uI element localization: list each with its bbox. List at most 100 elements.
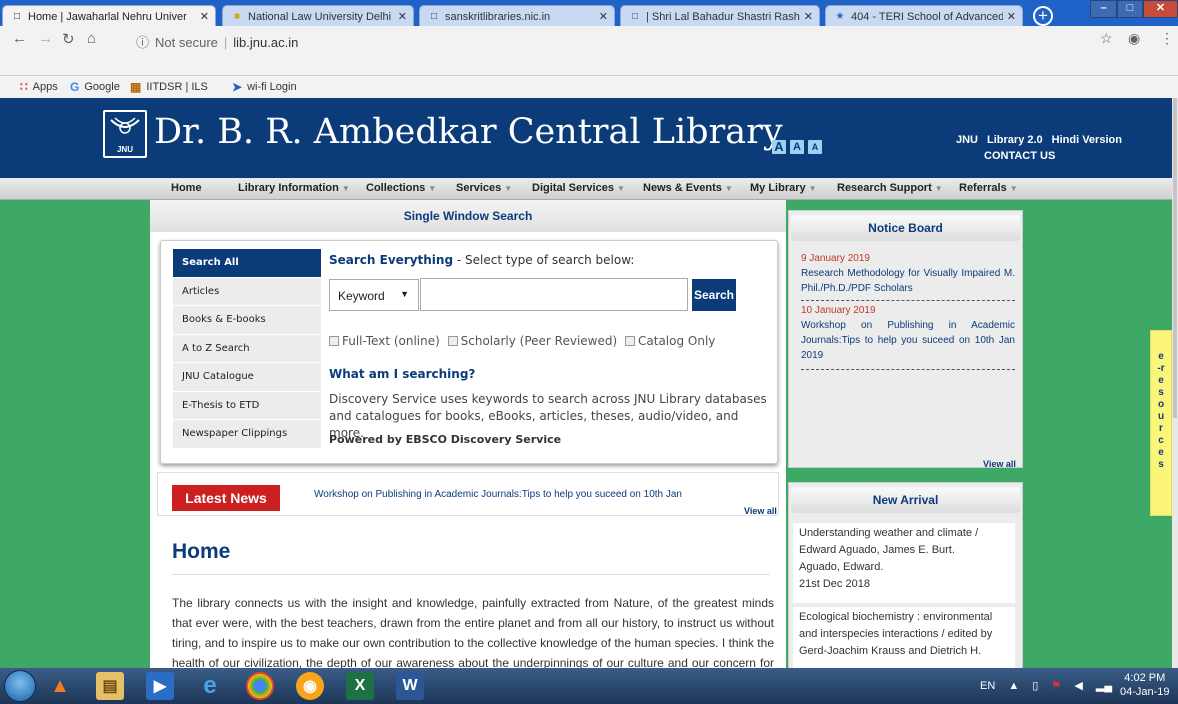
back-icon[interactable]: ← <box>12 30 27 47</box>
security-app-icon[interactable]: ◉ <box>296 672 324 700</box>
menu-item-referrals[interactable]: Referrals ▼ <box>959 182 1018 194</box>
google-g-icon: G <box>70 80 80 94</box>
start-button[interactable] <box>4 670 36 702</box>
site-header: JNU Dr. B. R. Ambedkar Central Library A… <box>0 98 1172 178</box>
scholarly-checkbox[interactable]: Scholarly (Peer Reviewed) <box>447 334 618 348</box>
font-size-large-button[interactable]: A <box>772 140 786 154</box>
close-icon[interactable]: ✕ <box>200 10 209 23</box>
file-explorer-icon[interactable]: ▤ <box>96 672 124 700</box>
new-tab-button[interactable]: + <box>1033 6 1053 26</box>
bookmark-star-icon[interactable]: ☆ <box>1100 30 1113 47</box>
windows-taskbar: ▲ ▤ ▶ e ◉ X W EN ▲ ▯ ⚑ ◀ ▂▄ 4:02 PM 04-J… <box>0 668 1178 704</box>
forward-icon[interactable]: → <box>38 30 53 47</box>
search-input[interactable] <box>420 278 688 311</box>
chrome-icon[interactable] <box>246 672 274 700</box>
browser-tab[interactable]: □ sanskritlibraries.nic.in ✕ <box>419 5 615 27</box>
clock[interactable]: 4:02 PM 04-Jan-19 <box>1120 671 1170 699</box>
volume-icon[interactable]: ◀ <box>1074 680 1082 692</box>
close-icon[interactable]: ✕ <box>599 10 608 23</box>
maximize-button[interactable]: □ <box>1117 0 1143 18</box>
notice-item[interactable]: 10 January 2019 Workshop on Publishing i… <box>801 303 1015 363</box>
reload-icon[interactable]: ↻ <box>62 30 75 48</box>
powered-by-text: Powered by EBSCO Discovery Service <box>329 433 562 446</box>
notice-board-heading: Notice Board <box>791 215 1020 241</box>
menu-item-digital-services[interactable]: Digital Services ▼ <box>532 182 625 194</box>
media-player-icon[interactable]: ▶ <box>146 672 174 700</box>
scrollbar-thumb[interactable] <box>1173 98 1177 418</box>
flag-icon[interactable]: ⚑ <box>1051 680 1061 692</box>
browser-tab[interactable]: □ | Shri Lal Bahadur Shastri Rashtr ✕ <box>620 5 820 27</box>
internet-explorer-icon[interactable]: e <box>196 672 224 700</box>
browser-toolbar: ← → ↻ ⌂ ⓘ Not secure | lib.jnu.ac.in ☆ ◉ ⋮ <box>0 26 1178 76</box>
menu-item-news-events[interactable]: News & Events ▼ <box>643 182 733 194</box>
menu-item-home[interactable]: Home <box>171 182 202 194</box>
device-icon[interactable]: ▯ <box>1032 680 1038 692</box>
search-tab-newspaper-clippings[interactable]: Newspaper Clippings <box>173 420 321 449</box>
excel-icon[interactable]: X <box>346 672 374 700</box>
e-resources-char: r <box>1159 423 1163 434</box>
latest-news-text[interactable]: Workshop on Publishing in Academic Journ… <box>314 489 682 500</box>
main-menu: Home Library Information ▼ Collections ▼ S… <box>0 178 1172 200</box>
search-tab-books[interactable]: Books & E-books <box>173 306 321 335</box>
home-icon[interactable]: ⌂ <box>87 30 96 47</box>
browser-tab[interactable]: ★ 404 - TERI School of Advanced ✕ <box>825 5 1023 27</box>
hindi-version-link[interactable]: Hindi Version <box>1052 134 1122 146</box>
notice-view-all-link[interactable]: View all <box>983 459 1016 469</box>
page-icon: □ <box>430 11 438 22</box>
search-tab-a-to-z[interactable]: A to Z Search <box>173 334 321 363</box>
search-tab-ethesis[interactable]: E-Thesis to ETD <box>173 391 321 420</box>
font-size-small-button[interactable]: A <box>808 140 822 154</box>
language-indicator[interactable]: EN <box>980 680 995 692</box>
bookmark-iitdsr[interactable]: ▦ IITDSR | ILS <box>130 80 208 94</box>
menu-item-my-library[interactable]: My Library ▼ <box>750 182 817 194</box>
arrival-line: Aguado, Edward. <box>799 561 884 573</box>
search-panel: Search All Articles Books & E-books A to… <box>160 240 778 464</box>
arrival-item[interactable]: Understanding weather and climate / Edwa… <box>793 523 1015 603</box>
menu-item-library-information[interactable]: Library Information ▼ <box>238 182 350 194</box>
search-tab-articles[interactable]: Articles <box>173 277 321 306</box>
full-text-checkbox[interactable]: Full-Text (online) <box>329 334 440 348</box>
account-icon[interactable]: ◉ <box>1128 30 1140 47</box>
bookmarks-bar: ∷ Apps G Google ▦ IITDSR | ILS ➤ wi-fi Login <box>0 76 1178 98</box>
search-tab-jnu-catalogue[interactable]: JNU Catalogue <box>173 363 321 392</box>
info-icon[interactable]: ⓘ <box>136 35 149 50</box>
library-2-link[interactable]: Library 2.0 <box>987 134 1043 146</box>
contact-us-link[interactable]: CONTACT US <box>984 150 1055 162</box>
catalog-only-checkbox[interactable]: Catalog Only <box>625 334 715 348</box>
close-icon[interactable]: ✕ <box>1007 10 1016 23</box>
arrival-item[interactable]: Ecological biochemistry : environmental … <box>793 607 1015 668</box>
e-resources-tab[interactable]: e -r e s o u r c e s <box>1150 330 1172 516</box>
close-icon[interactable]: ✕ <box>804 10 813 23</box>
notice-text: Research Methodology for Visually Impair… <box>801 268 1015 294</box>
bookmark-apps[interactable]: ∷ Apps <box>20 80 58 94</box>
menu-item-services[interactable]: Services ▼ <box>456 182 512 194</box>
signal-icon[interactable]: ▂▄ <box>1096 680 1112 692</box>
close-icon[interactable]: ✕ <box>398 10 407 23</box>
checkbox-icon <box>625 336 636 346</box>
option-label: Scholarly (Peer Reviewed) <box>460 334 618 348</box>
menu-item-research-support[interactable]: Research Support ▼ <box>837 182 943 194</box>
minimize-button[interactable]: – <box>1090 0 1117 18</box>
font-size-medium-button[interactable]: A <box>790 140 804 154</box>
search-tabs: Search All Articles Books & E-books A to… <box>173 249 321 449</box>
news-view-all-link[interactable]: View all <box>744 506 777 516</box>
e-resources-char: -r <box>1157 363 1165 374</box>
system-tray: EN ▲ ▯ ⚑ ◀ ▂▄ <box>980 679 1122 692</box>
tray-expand-icon[interactable]: ▲ <box>1008 680 1019 692</box>
menu-dots-icon[interactable]: ⋮ <box>1160 30 1174 47</box>
close-window-button[interactable]: ✕ <box>1143 0 1178 18</box>
notice-item[interactable]: 9 January 2019 Research Methodology for … <box>801 251 1015 296</box>
bookmark-google[interactable]: G Google <box>70 80 120 94</box>
search-button[interactable]: Search <box>692 279 736 311</box>
word-icon[interactable]: W <box>396 672 424 700</box>
browser-tab[interactable]: ■ National Law University Delhi ✕ <box>222 5 414 27</box>
jnu-link[interactable]: JNU <box>956 134 978 146</box>
search-tab-all[interactable]: Search All <box>173 249 321 278</box>
menu-item-collections[interactable]: Collections ▼ <box>366 182 436 194</box>
bookmark-wifi-login[interactable]: ➤ wi-fi Login <box>232 80 297 94</box>
address-bar[interactable]: ⓘ Not secure | lib.jnu.ac.in <box>136 32 298 51</box>
browser-tab[interactable]: □ Home | Jawaharlal Nehru Univer ✕ <box>2 5 216 27</box>
jnu-logo[interactable]: JNU <box>103 110 147 158</box>
search-type-select[interactable]: Keyword ▼ <box>329 279 419 311</box>
vlc-icon[interactable]: ▲ <box>46 672 74 700</box>
